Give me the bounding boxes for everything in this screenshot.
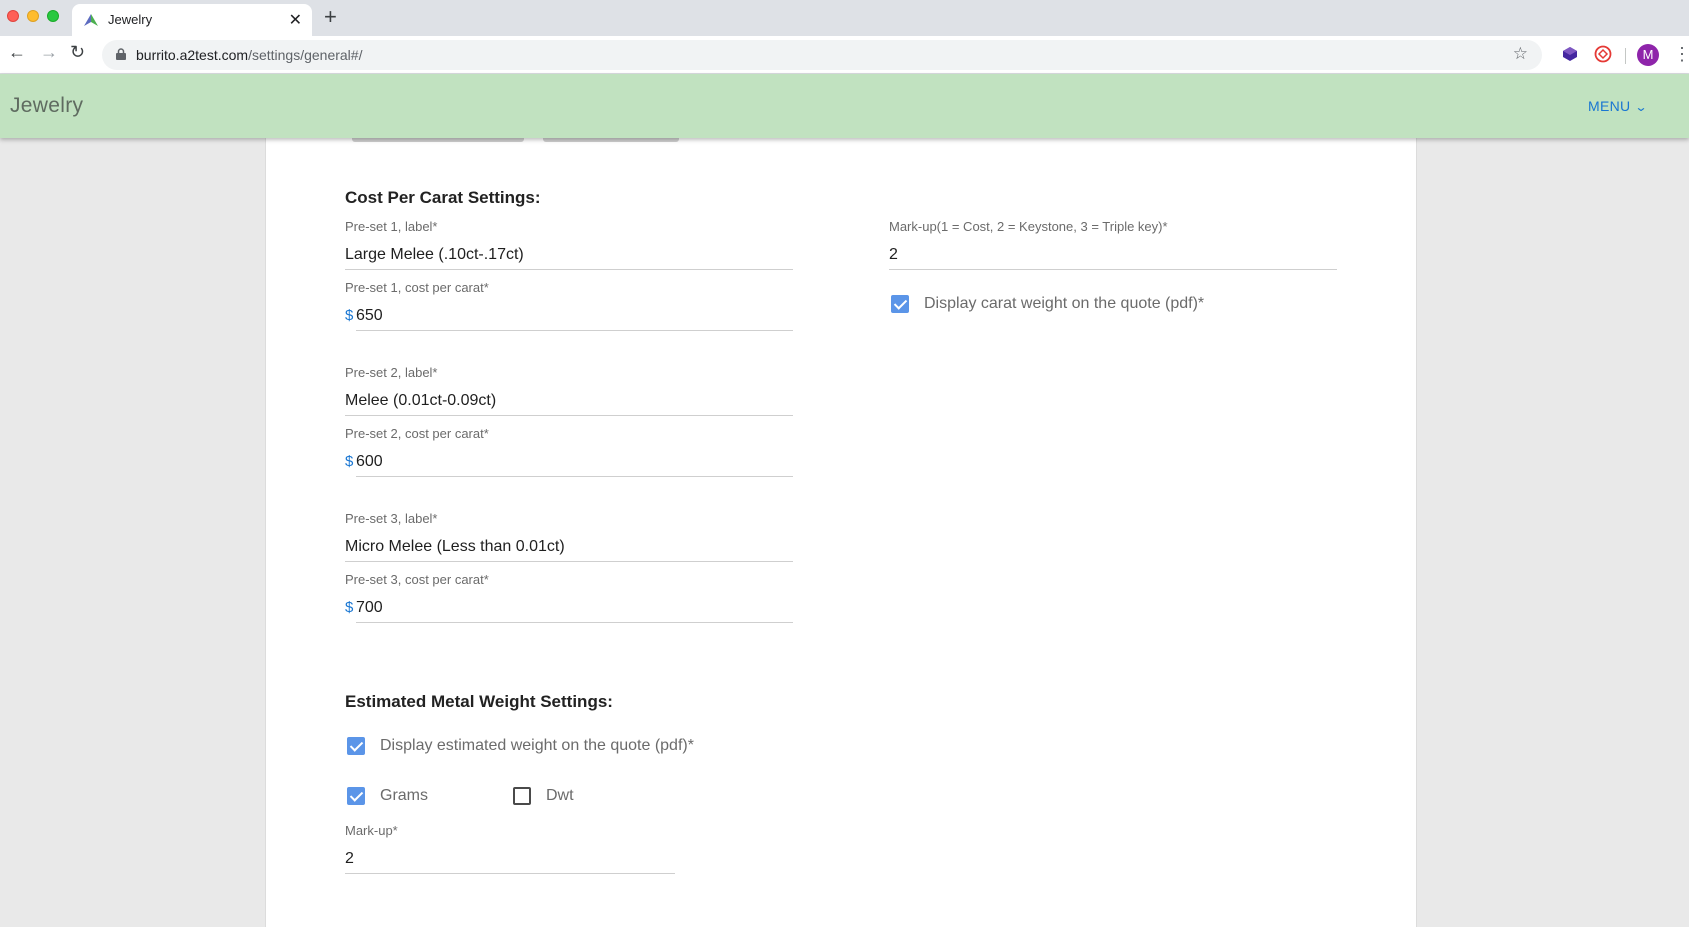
toolbar-divider	[1625, 48, 1626, 64]
display-estimated-weight-label[interactable]: Display estimated weight on the quote (p…	[380, 737, 694, 755]
preset3-label-input[interactable]: Micro Melee (Less than 0.01ct)	[345, 538, 565, 556]
preset2-label-underline	[345, 415, 793, 416]
display-estimated-weight-checkbox[interactable]	[347, 737, 365, 755]
markup-caption: Mark-up(1 = Cost, 2 = Keystone, 3 = Trip…	[889, 219, 1168, 234]
tab-title: Jewelry	[108, 12, 153, 27]
preset2-label-input[interactable]: Melee (0.01ct-0.09ct)	[345, 392, 496, 410]
top-button-edge[interactable]	[543, 138, 679, 142]
settings-card: Cost Per Carat Settings: Pre-set 1, labe…	[265, 138, 1417, 927]
preset2-cost-caption: Pre-set 2, cost per carat*	[345, 426, 489, 441]
preset3-label-underline	[345, 561, 793, 562]
window-close-button[interactable]	[7, 10, 19, 22]
browser-menu-icon[interactable]: ⋮	[1673, 44, 1689, 65]
preset2-cost-input[interactable]: 600	[356, 453, 383, 471]
lock-icon	[116, 48, 126, 60]
address-bar[interactable]: burrito.a2test.com/settings/general#/ ☆	[102, 40, 1542, 70]
cost-per-carat-heading: Cost Per Carat Settings:	[345, 188, 541, 207]
dwt-label[interactable]: Dwt	[546, 787, 574, 805]
markup-input[interactable]: 2	[889, 246, 898, 264]
preset2-cost-underline	[356, 476, 793, 477]
metal-markup-input[interactable]: 2	[345, 850, 354, 868]
profile-avatar[interactable]: M	[1637, 44, 1659, 66]
metal-markup-caption: Mark-up*	[345, 823, 398, 838]
grams-checkbox[interactable]	[347, 787, 365, 805]
preset1-label-caption: Pre-set 1, label*	[345, 219, 438, 234]
chevron-down-icon: ⌄	[1634, 100, 1649, 114]
browser-tab[interactable]: Jewelry ✕	[72, 4, 312, 36]
display-carat-weight-label[interactable]: Display carat weight on the quote (pdf)*	[924, 295, 1204, 313]
top-button-edge[interactable]	[352, 138, 524, 142]
browser-toolbar: ← → ↻ burrito.a2test.com/settings/genera…	[0, 36, 1689, 74]
menu-label: MENU	[1588, 98, 1631, 114]
url-text: burrito.a2test.com/settings/general#/	[136, 47, 362, 63]
preset2-label-caption: Pre-set 2, label*	[345, 365, 438, 380]
preset1-label-underline	[345, 269, 793, 270]
preset1-cost-caption: Pre-set 1, cost per carat*	[345, 280, 489, 295]
preset1-label-input[interactable]: Large Melee (.10ct-.17ct)	[345, 246, 524, 264]
metal-weight-heading: Estimated Metal Weight Settings:	[345, 692, 613, 711]
preset3-cost-input[interactable]: 700	[356, 599, 383, 617]
metal-markup-underline	[345, 873, 675, 874]
menu-button[interactable]: MENU ⌄	[1588, 98, 1649, 114]
preset1-cost-underline	[356, 330, 793, 331]
extension-cube-icon[interactable]	[1562, 46, 1578, 62]
markup-underline	[889, 269, 1337, 270]
bookmark-star-icon[interactable]: ☆	[1513, 44, 1528, 64]
url-path: /settings/general#/	[248, 47, 363, 63]
preset3-cost-underline	[356, 622, 793, 623]
preset3-cost-caption: Pre-set 3, cost per carat*	[345, 572, 489, 587]
site-favicon-icon	[84, 14, 98, 26]
preset3-label-caption: Pre-set 3, label*	[345, 511, 438, 526]
back-arrow-icon[interactable]: ←	[8, 42, 26, 63]
currency-prefix: $	[345, 307, 354, 324]
extension-spiral-icon[interactable]	[1594, 45, 1612, 63]
app-header: Jewelry MENU ⌄	[0, 74, 1689, 138]
browser-tab-bar: Jewelry ✕ +	[0, 0, 1689, 36]
grams-label[interactable]: Grams	[380, 787, 428, 805]
window-minimize-button[interactable]	[27, 10, 39, 22]
reload-icon[interactable]: ↻	[70, 42, 85, 63]
dwt-checkbox[interactable]	[513, 787, 531, 805]
tab-close-icon[interactable]: ✕	[289, 10, 302, 30]
app-title[interactable]: Jewelry	[10, 94, 83, 118]
preset1-cost-input[interactable]: 650	[356, 307, 383, 325]
forward-arrow-icon[interactable]: →	[40, 42, 58, 63]
new-tab-icon[interactable]: +	[324, 4, 337, 30]
url-host: burrito.a2test.com	[136, 47, 249, 63]
display-carat-weight-checkbox[interactable]	[891, 295, 909, 313]
window-zoom-button[interactable]	[47, 10, 59, 22]
currency-prefix: $	[345, 599, 354, 616]
currency-prefix: $	[345, 453, 354, 470]
